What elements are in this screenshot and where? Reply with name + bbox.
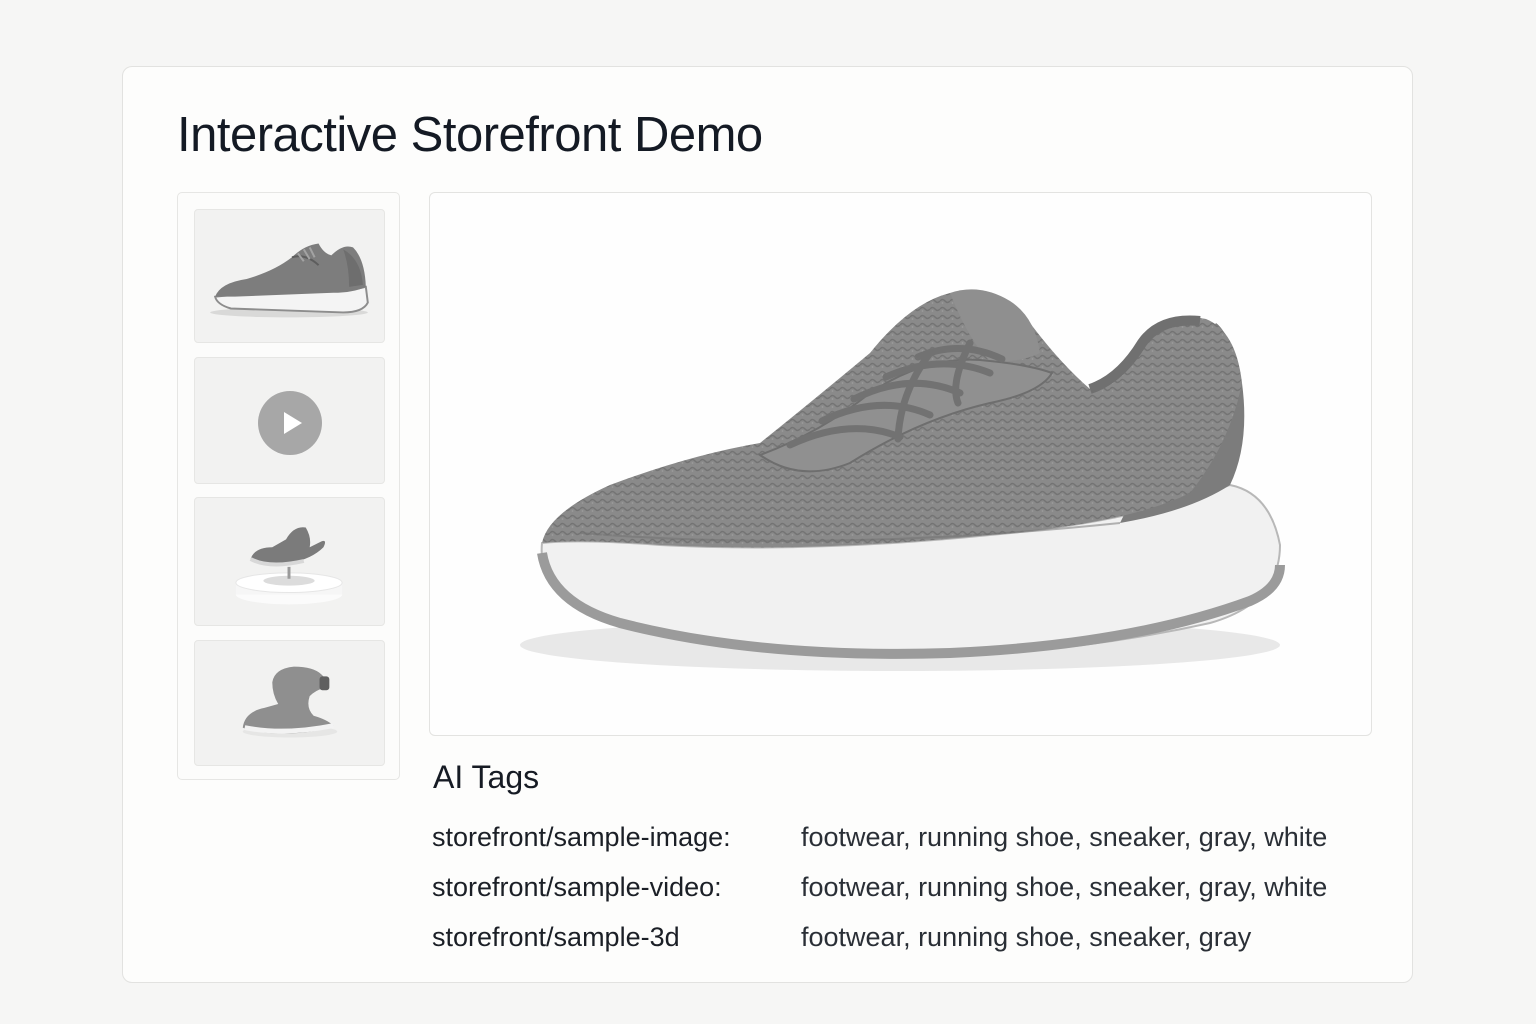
play-icon [258,391,322,455]
ai-tags-heading: AI Tags [433,759,540,795]
thumbnail-3d-view[interactable] [194,497,385,626]
shoe-on-pedestal-icon [235,527,343,605]
thumbnail-video[interactable] [194,357,385,484]
ai-tag-values: footwear, running shoe, sneaker, gray, w… [801,822,1328,852]
ai-tag-asset-key: storefront/sample-3d [432,922,680,952]
storefront-card: Interactive Storefront Demo AI Tags stor… [122,66,1413,983]
shoe-side-icon [210,243,369,318]
shoe-3d-model-icon [242,666,338,738]
main-media-viewer[interactable] [429,192,1372,736]
page-title: Interactive Storefront Demo [177,108,763,162]
ai-tag-values: footwear, running shoe, sneaker, gray, w… [801,872,1328,902]
ai-tag-asset-key: storefront/sample-video: [432,872,722,902]
thumbnail-3d-model[interactable] [194,640,385,766]
ai-tag-values: footwear, running shoe, sneaker, gray [801,922,1252,952]
thumbnail-image[interactable] [194,209,385,343]
media-thumbnail-strip [177,192,400,780]
running-shoe-icon [520,289,1285,671]
ai-tag-asset-key: storefront/sample-image: [432,822,731,852]
